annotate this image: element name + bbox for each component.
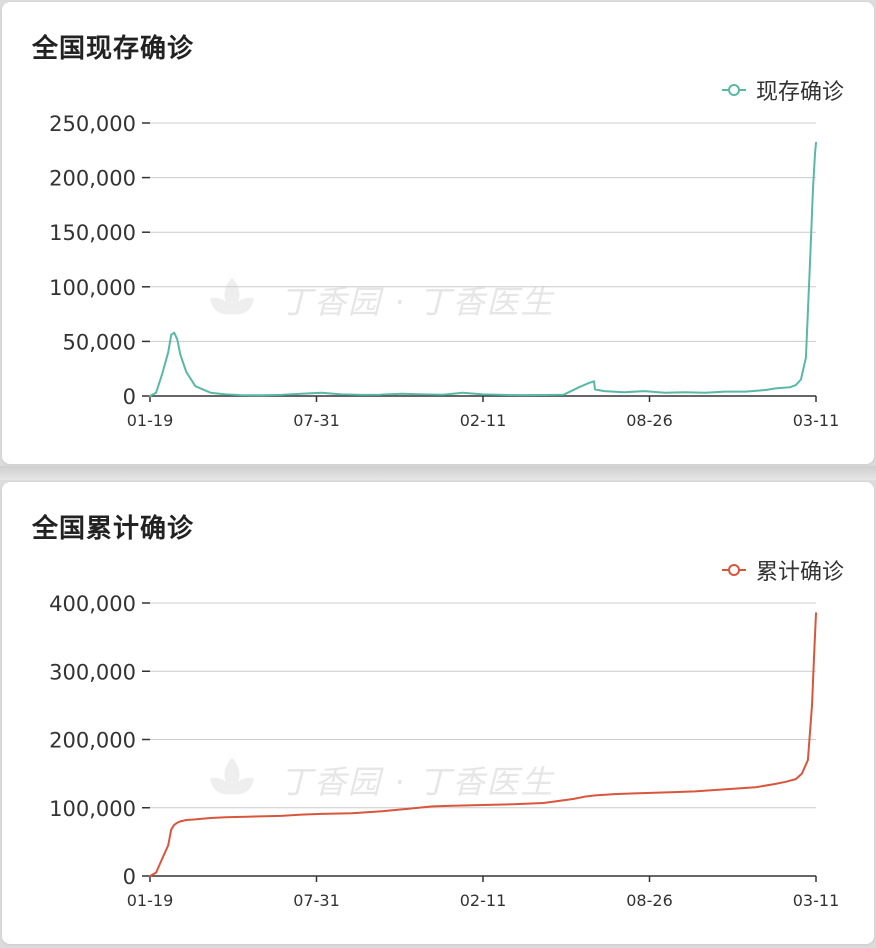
y-tick-label: 100,000 (49, 276, 136, 300)
current-confirmed-chart: 0 50,000 100,000 150,000 200,000 250,000 01-19… (49, 112, 840, 430)
y-tick-label: 200,000 (49, 729, 136, 753)
y-tick-label: 50,000 (63, 330, 136, 354)
section-divider (0, 466, 876, 480)
x-tick-label: 01-19 (127, 411, 174, 430)
y-tick-label: 250,000 (49, 112, 136, 136)
current-confirmed-card: 全国现存确诊 现存确诊 丁香园 · 丁香医生 0 50,000 100,000 150… (2, 2, 874, 464)
x-tick-label: 03-11 (793, 411, 840, 430)
x-tick-label: 02-11 (460, 411, 507, 430)
y-tick-label: 400,000 (49, 592, 136, 616)
total-confirmed-chart: 0 100,000 200,000 300,000 400,000 01-19 07-31 0… (49, 592, 840, 910)
y-tick-label: 200,000 (49, 167, 136, 191)
x-tick-label: 02-11 (460, 891, 507, 910)
x-tick-label: 07-31 (293, 411, 340, 430)
x-tick-label: 07-31 (293, 891, 340, 910)
total-confirmed-card: 全国累计确诊 累计确诊 丁香园 · 丁香医生 0 100,000 200,000 30… (2, 482, 874, 944)
y-tick-label: 0 (123, 385, 136, 409)
x-tick-label: 01-19 (127, 891, 174, 910)
series-line (149, 612, 817, 877)
y-tick-label: 300,000 (49, 660, 136, 684)
x-tick-label: 08-26 (626, 891, 673, 910)
y-tick-label: 150,000 (49, 221, 136, 245)
x-tick-label: 03-11 (793, 891, 840, 910)
x-tick-label: 08-26 (626, 411, 673, 430)
series-line (149, 141, 817, 397)
y-tick-label: 0 (123, 865, 136, 889)
y-tick-label: 100,000 (49, 797, 136, 821)
